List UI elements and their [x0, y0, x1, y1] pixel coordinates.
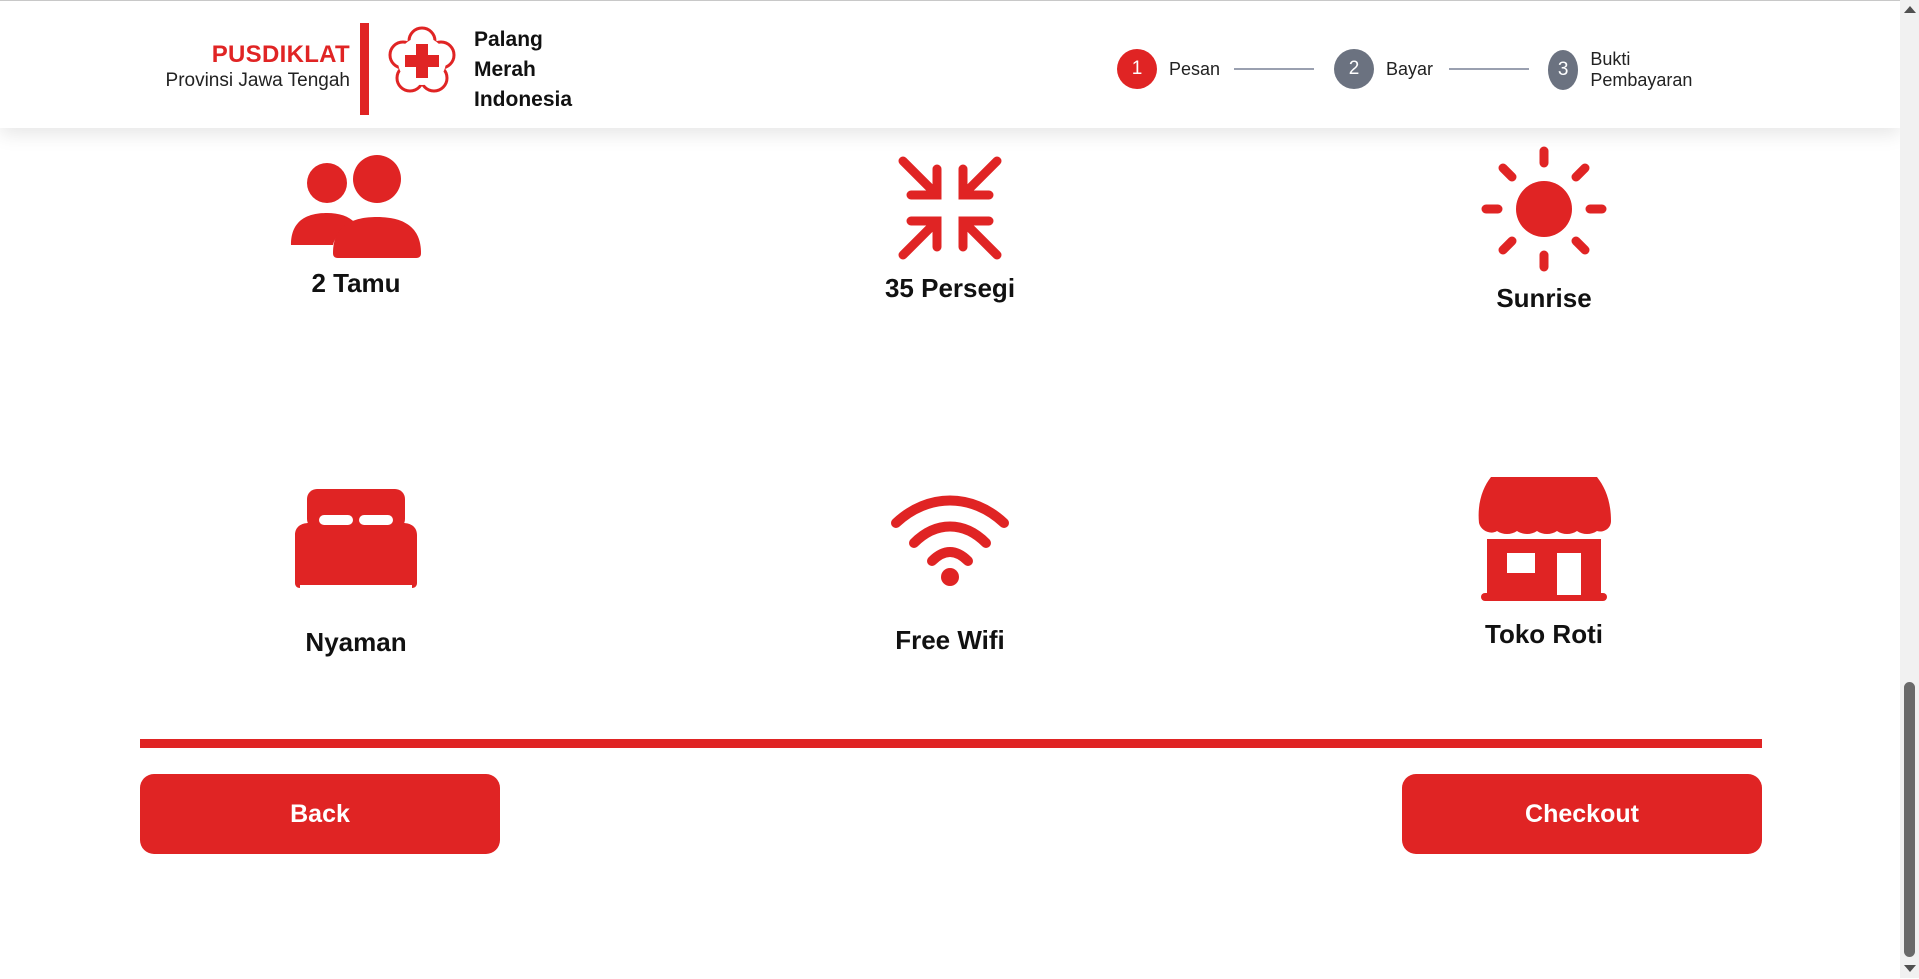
- scrollbar-thumb[interactable]: [1904, 682, 1915, 957]
- step-number: 1: [1117, 49, 1157, 89]
- step-bayar[interactable]: 2 Bayar: [1334, 49, 1433, 89]
- scroll-down-arrow-icon[interactable]: [1904, 965, 1916, 972]
- feature-label: 2 Tamu: [311, 268, 401, 298]
- site-header: PUSDIKLAT Provinsi Jawa Tengah Palang Me…: [0, 1, 1900, 128]
- org-name-line: Indonesia: [474, 88, 573, 111]
- org-name-line: Palang: [474, 28, 543, 51]
- feature-bakery: Toko Roti: [1344, 477, 1744, 650]
- vertical-scrollbar[interactable]: [1900, 0, 1919, 978]
- feature-label: Nyaman: [305, 627, 407, 657]
- feature-label: 35 Persegi: [884, 273, 1016, 303]
- feature-comfort: Nyaman: [156, 489, 556, 658]
- section-divider: [140, 739, 1762, 748]
- feature-label: Free Wifi: [895, 625, 1005, 655]
- step-number: 3: [1548, 50, 1579, 90]
- step-label: Bayar: [1386, 58, 1434, 79]
- page-viewport: PUSDIKLAT Provinsi Jawa Tengah Palang Me…: [0, 0, 1900, 979]
- users-icon: [291, 155, 421, 258]
- step-bukti-pembayaran[interactable]: 3 Bukti Pembayaran: [1548, 49, 1702, 91]
- step-label: Bukti Pembayaran: [1590, 49, 1693, 90]
- org-name-line: Merah: [474, 58, 536, 81]
- wifi-icon: [891, 495, 1009, 586]
- organization-name: Palang Merah Indonesia: [474, 25, 572, 115]
- step-connector: [1449, 68, 1529, 70]
- back-button[interactable]: Back: [140, 774, 500, 854]
- brand-divider: [360, 23, 369, 115]
- step-number: 2: [1334, 49, 1374, 89]
- compress-arrows-icon: [898, 156, 1002, 260]
- feature-label: Sunrise: [1496, 283, 1592, 313]
- feature-label: Toko Roti: [1485, 619, 1603, 649]
- checkout-button[interactable]: Checkout: [1402, 774, 1762, 854]
- feature-sunrise: Sunrise: [1344, 145, 1744, 314]
- store-icon: [1478, 477, 1611, 601]
- brand-subtitle: Provinsi Jawa Tengah: [165, 70, 350, 91]
- feature-free-wifi: Free Wifi: [750, 493, 1150, 656]
- step-pesan[interactable]: 1 Pesan: [1117, 49, 1220, 89]
- sun-icon: [1481, 146, 1607, 272]
- feature-guests: 2 Tamu: [156, 153, 556, 299]
- red-cross-logo-icon: [388, 26, 456, 93]
- step-label: Pesan: [1169, 58, 1221, 79]
- brand-text: PUSDIKLAT Provinsi Jawa Tengah: [166, 41, 350, 93]
- bed-icon: [295, 489, 417, 588]
- brand-title: PUSDIKLAT: [211, 41, 350, 68]
- scroll-up-arrow-icon[interactable]: [1904, 6, 1916, 13]
- step-connector: [1234, 68, 1314, 70]
- feature-room-size: 35 Persegi: [750, 153, 1150, 304]
